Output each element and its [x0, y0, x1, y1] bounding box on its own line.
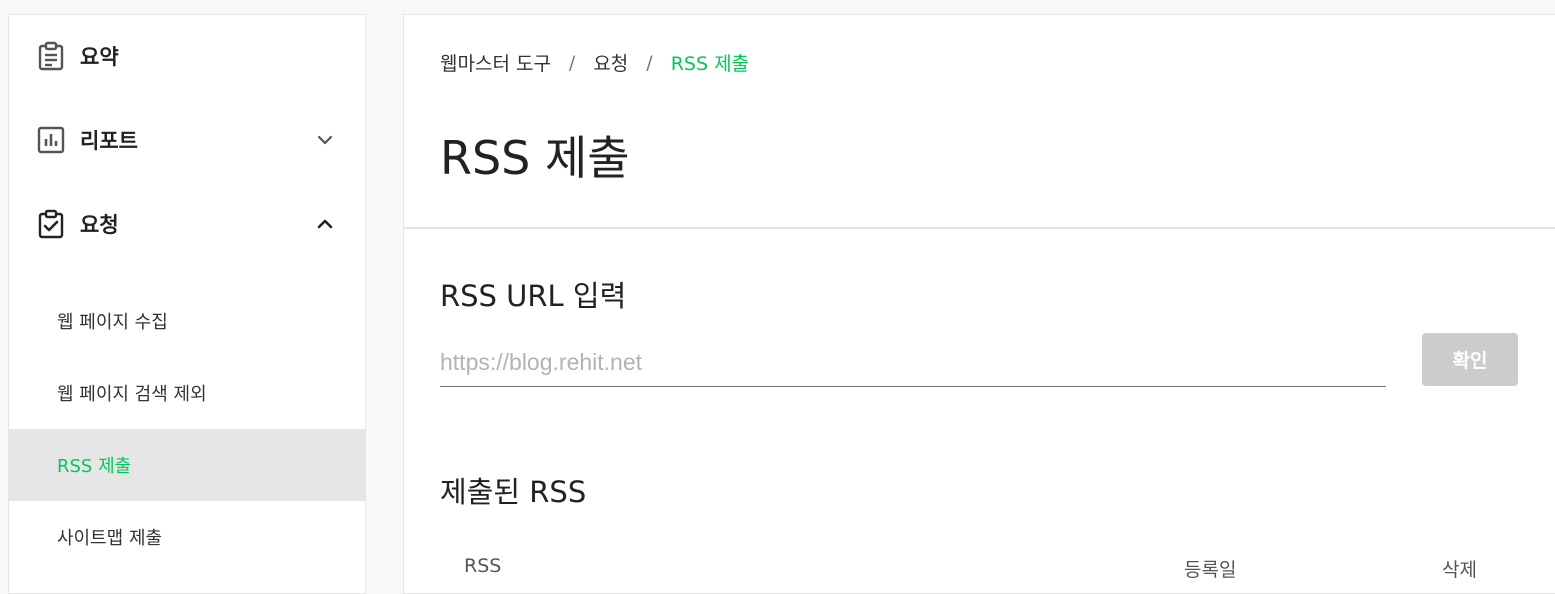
sidebar-item-label: 리포트: [80, 129, 138, 153]
sidebar-subitem-label: 웹 페이지 검색 제외: [57, 384, 207, 405]
breadcrumb-separator: /: [568, 51, 576, 74]
breadcrumb-item-request[interactable]: 요청: [593, 49, 628, 76]
sidebar-item-summary[interactable]: 요약: [9, 26, 365, 86]
rss-url-section-title: RSS URL 입력: [440, 279, 627, 313]
sidebar-subitem-label: 사이트맵 제출: [57, 528, 163, 549]
breadcrumb-item-current: RSS 제출: [670, 53, 750, 75]
chevron-up-icon[interactable]: [313, 212, 337, 236]
sidebar-item-label: 요약: [80, 45, 119, 69]
bar-chart-icon: [37, 126, 65, 154]
sidebar-item-request[interactable]: 요청: [9, 194, 365, 254]
table-header-delete: 삭제: [1442, 559, 1477, 581]
sidebar-subitem-web-page-exclude[interactable]: 웹 페이지 검색 제외: [9, 357, 365, 429]
sidebar-subitem-rss-submit[interactable]: RSS 제출: [9, 429, 365, 501]
sidebar-subitem-sitemap-submit[interactable]: 사이트맵 제출: [9, 501, 365, 573]
clipboard-icon: [38, 41, 64, 71]
rss-url-input[interactable]: [440, 339, 1386, 387]
breadcrumb: 웹마스터 도구 / 요청 / RSS 제출: [440, 49, 749, 76]
submitted-rss-section-title: 제출된 RSS: [440, 475, 587, 509]
confirm-button[interactable]: 확인: [1422, 333, 1518, 386]
breadcrumb-separator: /: [646, 51, 653, 74]
table-header-date: 등록일: [1184, 559, 1237, 581]
sidebar-subitem-web-page-crawl[interactable]: 웹 페이지 수집: [9, 285, 365, 357]
sidebar-item-report[interactable]: 리포트: [9, 110, 365, 170]
breadcrumb-item-webmaster[interactable]: 웹마스터 도구: [440, 49, 551, 76]
sidebar: 요약 리포트 요청 웹 페이지 수집 웹 페이지 검색 제외 RSS 제출 사이…: [8, 14, 366, 594]
chevron-down-icon[interactable]: [313, 128, 337, 152]
sidebar-subitem-label: RSS 제출: [57, 456, 132, 477]
clipboard-check-icon: [38, 209, 64, 239]
divider: [404, 227, 1555, 229]
sidebar-item-label: 요청: [80, 213, 119, 237]
main-panel: 웹마스터 도구 / 요청 / RSS 제출 RSS 제출 RSS URL 입력 …: [403, 14, 1555, 594]
sidebar-subitem-label: 웹 페이지 수집: [57, 312, 168, 333]
page-title: RSS 제출: [440, 131, 630, 185]
